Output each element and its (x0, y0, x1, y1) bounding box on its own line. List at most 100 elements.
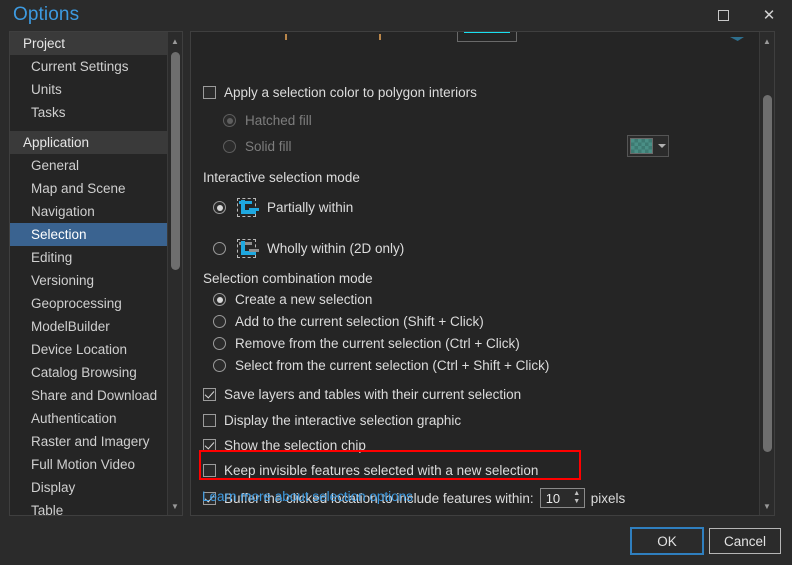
settings-panel: Apply a selection color to polygon inter… (190, 31, 775, 516)
save-layers-checkbox[interactable] (203, 388, 216, 401)
slider-track[interactable] (457, 31, 517, 42)
scroll-down-icon[interactable]: ▼ (168, 499, 182, 513)
clipped-slider-control[interactable] (191, 34, 759, 50)
ok-button[interactable]: OK (631, 528, 703, 554)
sidebar-item-catalog-browsing[interactable]: Catalog Browsing (10, 361, 168, 384)
panel-scrollbar-thumb[interactable] (763, 95, 772, 452)
clipped-caret-icon (730, 37, 744, 41)
sidebar-item-label: Device Location (31, 342, 127, 357)
sidebar-scrollbar[interactable]: ▲ ▼ (167, 32, 182, 515)
title-bar: Options ✕ (0, 0, 792, 31)
sidebar-item-authentication[interactable]: Authentication (10, 407, 168, 430)
sidebar: Project Current Settings Units Tasks App… (9, 31, 183, 516)
sidebar-item-raster-and-imagery[interactable]: Raster and Imagery (10, 430, 168, 453)
sidebar-item-device-location[interactable]: Device Location (10, 338, 168, 361)
keep-invisible-label: Keep invisible features selected with a … (224, 463, 538, 478)
sidebar-item-label: Tasks (31, 105, 66, 120)
display-graphic-row[interactable]: Display the interactive selection graphi… (203, 413, 461, 428)
keep-invisible-row[interactable]: Keep invisible features selected with a … (203, 463, 538, 478)
create-new-selection-radio[interactable] (213, 293, 226, 306)
keep-invisible-checkbox[interactable] (203, 464, 216, 477)
sidebar-group-application[interactable]: Application (10, 131, 168, 154)
scroll-down-icon[interactable]: ▼ (760, 499, 774, 513)
sidebar-scrollbar-thumb[interactable] (171, 52, 180, 270)
sidebar-item-label: Editing (31, 250, 72, 265)
learn-more-link[interactable]: Learn more about selection options (202, 489, 413, 504)
select-from-selection-radio[interactable] (213, 359, 226, 372)
interactive-mode-heading: Interactive selection mode (203, 170, 360, 185)
slider-tick (285, 34, 287, 40)
sidebar-item-geoprocessing[interactable]: Geoprocessing (10, 292, 168, 315)
slider-handle[interactable] (464, 31, 510, 33)
options-dialog: Options ✕ Project Current Settings Units… (0, 0, 792, 565)
buffer-units-label: pixels (591, 491, 626, 506)
sidebar-item-share-and-download[interactable]: Share and Download (10, 384, 168, 407)
hatched-fill-label: Hatched fill (245, 113, 312, 128)
display-graphic-checkbox[interactable] (203, 414, 216, 427)
save-layers-row[interactable]: Save layers and tables with their curren… (203, 387, 521, 402)
solid-fill-row[interactable]: Solid fill (223, 139, 292, 154)
add-to-selection-row[interactable]: Add to the current selection (Shift + Cl… (213, 314, 484, 329)
sidebar-item-tasks[interactable]: Tasks (10, 101, 168, 124)
stepper-down-icon[interactable]: ▼ (573, 498, 580, 506)
hatched-fill-radio[interactable] (223, 114, 236, 127)
color-swatch (630, 138, 653, 154)
sidebar-item-versioning[interactable]: Versioning (10, 269, 168, 292)
sidebar-item-general[interactable]: General (10, 154, 168, 177)
page-title: Options (13, 4, 79, 26)
combination-mode-heading: Selection combination mode (203, 271, 373, 286)
partially-within-radio[interactable] (213, 201, 226, 214)
partially-within-row[interactable]: Partially within (213, 196, 353, 219)
scroll-up-icon[interactable]: ▲ (168, 34, 182, 48)
sidebar-group-label: Project (23, 36, 65, 51)
partially-within-label: Partially within (267, 200, 353, 215)
panel-scrollbar[interactable]: ▲ ▼ (759, 32, 774, 515)
selection-chip-checkbox[interactable] (203, 439, 216, 452)
add-to-selection-label: Add to the current selection (Shift + Cl… (235, 314, 484, 329)
sidebar-spacer (10, 124, 168, 131)
remove-from-selection-radio[interactable] (213, 337, 226, 350)
stepper-arrows[interactable]: ▲ ▼ (570, 489, 584, 507)
selection-chip-row[interactable]: Show the selection chip (203, 438, 366, 453)
polygon-fill-checkbox-row[interactable]: Apply a selection color to polygon inter… (203, 85, 477, 100)
buffer-pixels-stepper[interactable]: 10 ▲ ▼ (540, 488, 585, 508)
polygon-fill-checkbox[interactable] (203, 86, 216, 99)
wholly-within-radio[interactable] (213, 242, 226, 255)
sidebar-list: Project Current Settings Units Tasks App… (10, 32, 168, 515)
sidebar-item-label: Raster and Imagery (31, 434, 150, 449)
cancel-button[interactable]: Cancel (709, 528, 781, 554)
sidebar-item-current-settings[interactable]: Current Settings (10, 55, 168, 78)
sidebar-item-map-and-scene[interactable]: Map and Scene (10, 177, 168, 200)
hatched-fill-row[interactable]: Hatched fill (223, 113, 312, 128)
polygon-fill-label: Apply a selection color to polygon inter… (224, 85, 477, 100)
close-button[interactable]: ✕ (746, 0, 792, 31)
fill-color-picker[interactable] (627, 135, 669, 157)
sidebar-group-project[interactable]: Project (10, 32, 168, 55)
scroll-up-icon[interactable]: ▲ (760, 34, 774, 48)
sidebar-item-display[interactable]: Display (10, 476, 168, 499)
sidebar-item-modelbuilder[interactable]: ModelBuilder (10, 315, 168, 338)
chevron-down-icon (658, 144, 666, 148)
remove-from-selection-row[interactable]: Remove from the current selection (Ctrl … (213, 336, 520, 351)
add-to-selection-radio[interactable] (213, 315, 226, 328)
sidebar-item-navigation[interactable]: Navigation (10, 200, 168, 223)
stepper-up-icon[interactable]: ▲ (573, 490, 580, 498)
remove-from-selection-label: Remove from the current selection (Ctrl … (235, 336, 520, 351)
sidebar-item-label: Full Motion Video (31, 457, 135, 472)
solid-fill-radio[interactable] (223, 140, 236, 153)
sidebar-item-label: Current Settings (31, 59, 129, 74)
buffer-pixels-value[interactable]: 10 (541, 491, 570, 506)
select-from-selection-row[interactable]: Select from the current selection (Ctrl … (213, 358, 549, 373)
sidebar-item-units[interactable]: Units (10, 78, 168, 101)
sidebar-item-table[interactable]: Table (10, 499, 168, 516)
sidebar-item-selection[interactable]: Selection (10, 223, 168, 246)
maximize-icon (718, 10, 729, 21)
sidebar-item-editing[interactable]: Editing (10, 246, 168, 269)
create-new-selection-row[interactable]: Create a new selection (213, 292, 372, 307)
sidebar-item-label: Geoprocessing (31, 296, 122, 311)
sidebar-item-label: Share and Download (31, 388, 157, 403)
wholly-within-row[interactable]: Wholly within (2D only) (213, 237, 404, 260)
maximize-button[interactable] (700, 0, 746, 31)
sidebar-item-full-motion-video[interactable]: Full Motion Video (10, 453, 168, 476)
close-icon: ✕ (763, 8, 776, 23)
